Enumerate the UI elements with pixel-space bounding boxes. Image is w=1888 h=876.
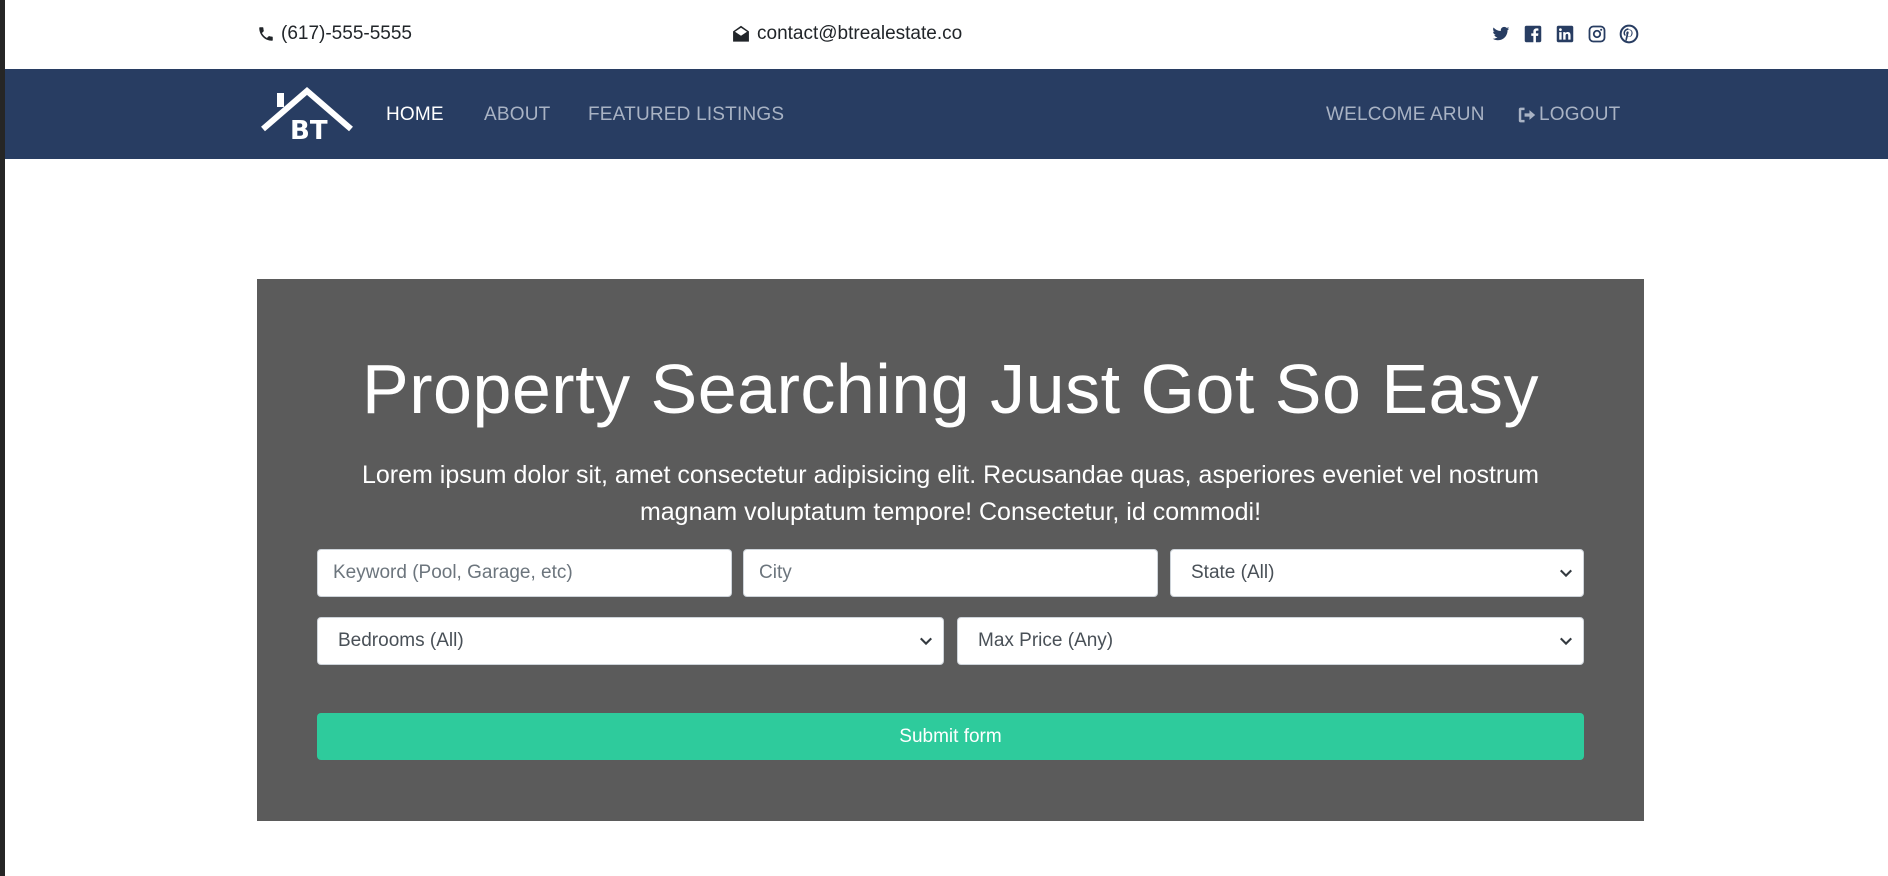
chevron-down-icon: [1560, 637, 1572, 646]
max-price-select-value: Max Price (Any): [978, 630, 1114, 651]
page-headline: Property Searching Just Got So Easy: [362, 350, 1539, 428]
phone-contact[interactable]: (617)-555-5555: [257, 23, 412, 45]
nav-featured-listings[interactable]: FEATURED LISTINGS: [588, 104, 784, 126]
nav-home[interactable]: HOME: [386, 104, 444, 126]
search-showcase: Property Searching Just Got So Easy Lore…: [257, 279, 1644, 821]
keyword-input[interactable]: Keyword (Pool, Garage, etc): [317, 549, 732, 597]
logout-label: LOGOUT: [1539, 104, 1621, 125]
email-contact[interactable]: contact@btrealestate.co: [731, 23, 962, 45]
state-select-value: State (All): [1191, 562, 1275, 583]
nav-welcome-user[interactable]: WELCOME ARUN: [1326, 104, 1485, 126]
bedrooms-select[interactable]: Bedrooms (All): [317, 617, 944, 665]
main-navbar: BT HOME ABOUT FEATURED LISTINGS WELCOME …: [5, 69, 1888, 159]
top-contact-bar: (617)-555-5555 contact@btrealestate.co: [5, 0, 1888, 69]
nav-logout[interactable]: LOGOUT: [1517, 104, 1620, 126]
sign-out-icon: [1518, 107, 1536, 123]
submit-button[interactable]: Submit form: [317, 713, 1584, 760]
nav-about[interactable]: ABOUT: [484, 104, 550, 126]
lead-text: Lorem ipsum dolor sit, amet consectetur …: [362, 461, 1539, 526]
bt-logo[interactable]: BT: [260, 85, 354, 146]
chevron-down-icon: [1560, 569, 1572, 578]
state-select[interactable]: State (All): [1170, 549, 1584, 597]
instagram-icon[interactable]: [1586, 23, 1608, 45]
envelope-open-icon: [733, 25, 749, 42]
email-address: contact@btrealestate.co: [757, 23, 963, 44]
phone-icon: [259, 27, 273, 41]
city-input[interactable]: City: [743, 549, 1158, 597]
chevron-down-icon: [920, 637, 932, 646]
twitter-icon[interactable]: [1490, 23, 1512, 45]
max-price-select[interactable]: Max Price (Any): [957, 617, 1584, 665]
social-links: [1490, 23, 1640, 45]
facebook-icon[interactable]: [1522, 23, 1544, 45]
linkedin-icon[interactable]: [1554, 23, 1576, 45]
pinterest-icon[interactable]: [1618, 23, 1640, 45]
logo-text: BT: [290, 116, 328, 143]
bedrooms-select-value: Bedrooms (All): [338, 630, 464, 651]
phone-number: (617)-555-5555: [281, 23, 412, 44]
